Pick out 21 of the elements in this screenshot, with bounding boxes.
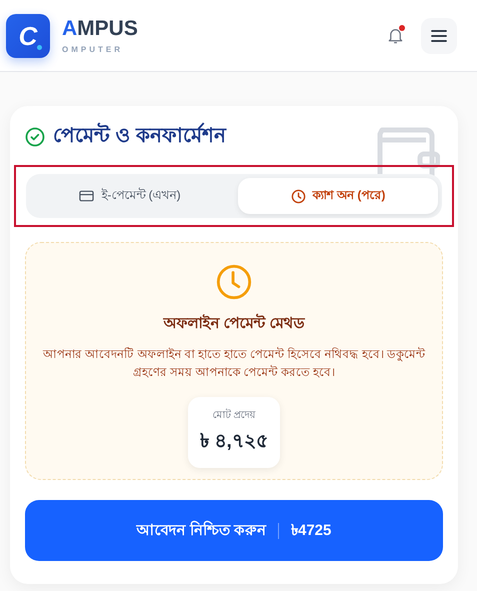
clock-icon xyxy=(215,263,253,301)
check-circle-icon xyxy=(25,126,45,146)
menu-button[interactable] xyxy=(421,18,457,54)
confirm-label: আবেদন নিশ্চিত করুন xyxy=(136,520,266,541)
panel-title: অফলাইন পেমেন্ট মেথড xyxy=(163,312,305,334)
panel-description: আপনার আবেদনটি অফলাইন বা হাতে হাতে পেমেন্ট হিসেবে নথিবদ্ধ হবে। ডকুমেন্ট গ্রহণের সময় আপনাকে পেমেন্ট করতে হবে। xyxy=(42,346,426,382)
brand-title: AMPUS xyxy=(62,18,138,38)
confirm-button[interactable]: আবেদন নিশ্চিত করুন ৳4725 xyxy=(25,500,443,561)
logo-badge[interactable]: C xyxy=(6,14,50,58)
logo-letter: C xyxy=(18,22,38,48)
card-icon xyxy=(79,190,94,202)
total-amount: ৳ ৪,৭২৫ xyxy=(200,430,268,454)
menu-icon xyxy=(431,30,447,42)
total-label: মোট প্রদেয় xyxy=(212,408,256,423)
payment-tab[interactable]: ই-পেমেন্ট (এখন) xyxy=(30,178,230,214)
confirm-amount: ৳4725 xyxy=(290,521,332,541)
section-title: পেমেন্ট ও কনফার্মেশন xyxy=(53,120,226,153)
brand-subtitle: OMPUTER xyxy=(62,44,124,54)
payment-tab[interactable]: ক্যাশ অন (পরে) xyxy=(238,178,438,214)
bell-icon xyxy=(386,26,405,45)
clock-icon xyxy=(290,188,306,204)
